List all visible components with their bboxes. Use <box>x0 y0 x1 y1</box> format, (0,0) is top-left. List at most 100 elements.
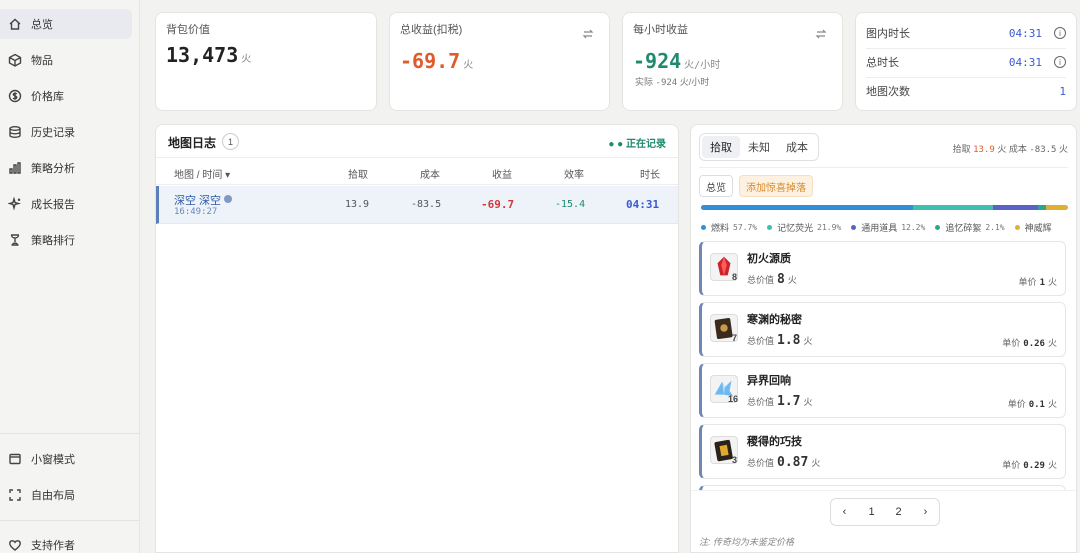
time-label: 图内时长 <box>866 28 910 40</box>
dollar-icon <box>8 89 22 103</box>
legend-dot-icon <box>851 225 857 230</box>
tab-pickup[interactable]: 拾取 <box>702 136 740 158</box>
divider <box>699 167 1068 168</box>
sidebar-item-free-layout[interactable]: 自由布局 <box>0 480 132 510</box>
item-unit-price: 单价 1 火 <box>1019 275 1057 288</box>
legend-name: 燃料 <box>711 223 730 233</box>
swap-icon[interactable] <box>814 27 828 41</box>
sidebar-item-strategy-ranking[interactable]: 策略排行 <box>0 225 132 255</box>
filter-add-surprise-drop[interactable]: 添加惊喜掉落 <box>739 175 813 197</box>
hourly-actual-label: 实际 <box>635 77 654 87</box>
hourly-actual: 实际 -924 火/小时 <box>635 75 709 88</box>
item-unit-value: 0.29 <box>1023 461 1045 471</box>
sidebar-item-growth-report[interactable]: 成长报告 <box>0 189 132 219</box>
item-name: 初火源质 <box>747 253 791 265</box>
legend-name: 追忆碎絮 <box>945 223 982 233</box>
sidebar-item-label: 策略分析 <box>31 163 75 175</box>
item-quantity: 7 <box>732 333 738 343</box>
sidebar-divider <box>0 433 140 434</box>
item-total: 总价值 8 火 <box>747 272 797 287</box>
hourly-actual-value: -924 <box>655 78 678 88</box>
item-unit-label: 单价 <box>1007 399 1026 409</box>
legend-pct: 2.1% <box>985 223 1005 232</box>
item-total-label: 总价值 <box>747 336 775 346</box>
item-quantity: 3 <box>732 455 738 465</box>
page-2-button[interactable]: 2 <box>885 499 912 525</box>
bag-value-label: 背包价值 <box>166 24 210 36</box>
bar-chart-icon <box>8 161 22 175</box>
row-pickup: 13.9 <box>345 199 370 210</box>
column-header-duration[interactable]: 时长 <box>640 166 660 181</box>
item-unit-value: 1 <box>1039 278 1045 288</box>
distribution-segment <box>1037 205 1046 210</box>
item-total-value: 0.87 <box>777 455 809 470</box>
sidebar-item-items[interactable]: 物品 <box>0 45 132 75</box>
sidebar-item-label: 历史记录 <box>31 127 75 139</box>
item-currency: 火 <box>811 458 821 468</box>
legend-name: 神威辉 <box>1024 223 1052 233</box>
next-page-button[interactable]: › <box>912 499 939 525</box>
column-header-profit[interactable]: 收益 <box>492 166 512 181</box>
hourly-profit-label: 每小时收益 <box>633 24 688 36</box>
distribution-segment <box>993 205 1038 210</box>
legend-item: 记忆荧光 21.9% <box>767 221 841 234</box>
legend-dot-icon <box>767 225 773 230</box>
item-total: 总价值 1.7 火 <box>747 394 813 409</box>
time-value: 1 <box>1059 84 1066 98</box>
sidebar-item-label: 支持作者 <box>31 540 75 552</box>
sidebar-item-label: 总览 <box>31 19 53 31</box>
summary-cost-unit: 火 <box>1058 144 1068 154</box>
table-row[interactable]: 深空 深空 16:49:27 13.9 -83.5 -69.7 -15.4 04… <box>156 186 678 224</box>
item-unit-label: 单价 <box>1002 460 1021 470</box>
info-icon[interactable]: i <box>1054 27 1066 39</box>
time-card: 图内时长 04:31 i 总时长 04:31 i 地图次数 1 <box>855 12 1077 111</box>
column-header-map[interactable]: 地图 / 时间 ▾ <box>174 166 230 181</box>
prev-page-button[interactable]: ‹ <box>831 499 858 525</box>
sidebar-item-history[interactable]: 历史记录 <box>0 117 132 147</box>
column-header-cost[interactable]: 成本 <box>420 166 440 181</box>
legend-item: 通用道具 12.2% <box>851 221 925 234</box>
legend-name: 记忆荧光 <box>777 223 814 233</box>
item-currency: 火 <box>1047 399 1057 409</box>
sidebar-item-support-author[interactable]: 支持作者 <box>0 530 132 553</box>
column-header-pickup[interactable]: 拾取 <box>348 166 368 181</box>
item-total-label: 总价值 <box>747 397 775 407</box>
legend-item: 神威辉 <box>1014 221 1052 234</box>
sidebar-item-strategy-analysis[interactable]: 策略分析 <box>0 153 132 183</box>
hourly-profit-value: -924 火/小时 <box>633 49 720 73</box>
tab-cost[interactable]: 成本 <box>778 136 816 158</box>
list-item[interactable]: 16 异界回响 总价值 1.7 火 单价 0.1 火 <box>699 363 1066 418</box>
filter-overview[interactable]: 总览 <box>699 175 733 197</box>
sidebar-item-label: 策略排行 <box>31 235 75 247</box>
item-list[interactable]: 8 初火源质 总价值 8 火 单价 1 火 7 寒渊的秘密 总价值 1.8 火 单价 0.26… <box>691 241 1076 491</box>
legend-item: 追忆碎絮 2.1% <box>935 221 1005 234</box>
column-header-efficiency[interactable]: 效率 <box>564 166 584 181</box>
list-item[interactable]: 7 寒渊的秘密 总价值 1.8 火 单价 0.26 火 <box>699 302 1066 357</box>
item-total-label: 总价值 <box>747 275 775 285</box>
legend-dot-icon <box>701 225 706 230</box>
row-profit: -69.7 <box>481 198 515 211</box>
drops-panel: 拾取 未知 成本 拾取 13.9 火 成本 -83.5 火 总览 添加惊喜掉落 … <box>690 124 1077 553</box>
database-icon <box>8 125 22 139</box>
total-profit-number: -69.7 <box>400 49 461 73</box>
sidebar-item-price-library[interactable]: 价格库 <box>0 81 132 111</box>
time-row-total: 总时长 04:31 i <box>866 48 1066 76</box>
info-icon[interactable]: i <box>1054 56 1066 68</box>
item-total-value: 8 <box>777 272 785 287</box>
window-icon <box>8 452 22 466</box>
swap-icon[interactable] <box>581 27 595 41</box>
list-item[interactable]: 8 初火源质 总价值 8 火 单价 1 火 <box>699 241 1066 296</box>
sidebar-item-mini-window[interactable]: 小窗模式 <box>0 444 132 474</box>
sidebar-item-label: 价格库 <box>31 91 64 103</box>
list-item[interactable]: 3 稷得的巧技 总价值 0.87 火 单价 0.29 火 <box>699 424 1066 479</box>
item-total-label: 总价值 <box>747 458 775 468</box>
legend-dot-icon <box>1014 225 1020 230</box>
page-1-button[interactable]: 1 <box>858 499 885 525</box>
tab-unknown[interactable]: 未知 <box>740 136 778 158</box>
item-total-value: 1.8 <box>777 333 801 348</box>
sidebar-item-overview[interactable]: 总览 <box>0 9 132 39</box>
item-unit-price: 单价 0.29 火 <box>1002 458 1057 471</box>
sidebar: 总览 物品 价格库 历史记录 策略分析 成长报告 策略排行 小窗模式 自由布局 … <box>0 0 140 553</box>
summary-cost-label: 成本 <box>1008 144 1027 154</box>
price-note: 注: 传奇均为未鉴定价格 <box>699 537 795 547</box>
